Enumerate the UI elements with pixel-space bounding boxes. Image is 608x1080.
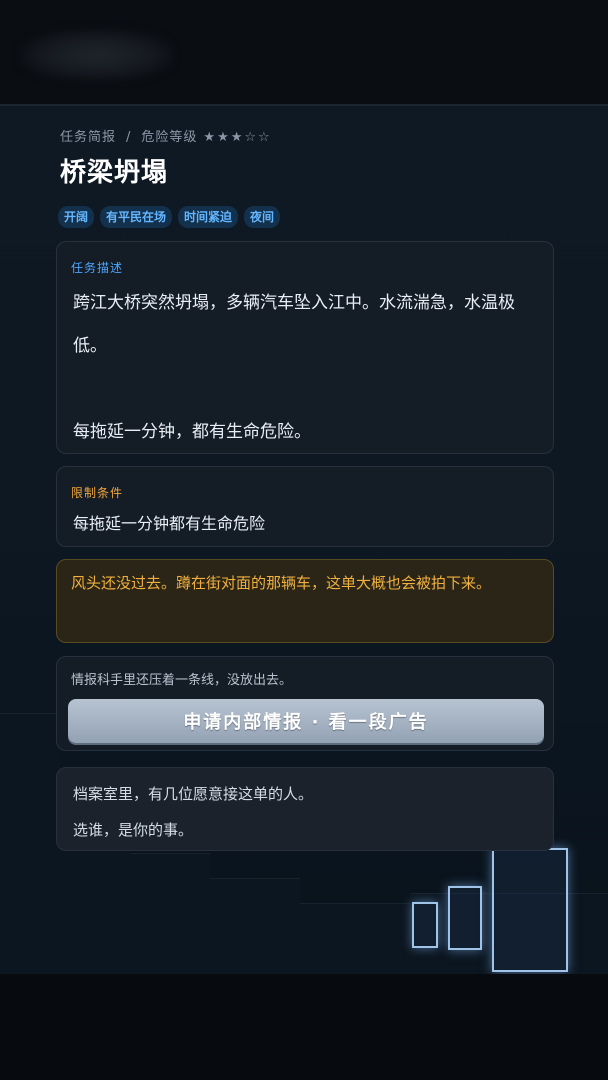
tag-civilians-present: 有平民在场 (100, 206, 173, 228)
danger-stars: ★★★☆☆ (203, 130, 272, 145)
constraints-label: 限制条件 (71, 486, 124, 500)
description-label: 任务描述 (71, 261, 124, 275)
archive-line-1: 档案室里，有几位愿意接这单的人。 (73, 785, 314, 803)
breadcrumb: 任务简报 / 危险等级 ★★★☆☆ (60, 126, 272, 145)
glowing-frame-decoration (412, 902, 438, 948)
danger-level-label: 危险等级 (141, 130, 198, 145)
description-line-2: 每拖延一分钟，都有生命危险。 (73, 422, 311, 442)
intel-card: 情报科手里还压着一条线，没放出去。 申请内部情报 · 看一段广告 (56, 656, 554, 751)
background-building (130, 853, 210, 974)
constraints-card: 限制条件 每拖延一分钟都有生命危险 (56, 466, 554, 547)
request-intel-ad-button[interactable]: 申请内部情报 · 看一段广告 (68, 699, 544, 743)
description-text: 跨江大桥突然坍塌，多辆汽车坠入江中。水流湍急，水温极低。 每拖延一分钟，都有生命… (73, 282, 539, 454)
warning-text: 风头还没过去。蹲在街对面的那辆车，这单大概也会被拍下来。 (71, 574, 492, 592)
tag-open-area: 开阔 (58, 206, 95, 228)
archive-line-2: 选谁，是你的事。 (73, 821, 194, 839)
blurred-status-area (22, 30, 172, 80)
tag-night: 夜间 (244, 206, 281, 228)
breadcrumb-section: 任务简报 (60, 130, 117, 145)
top-bar (0, 0, 608, 106)
background-building (300, 903, 410, 974)
bottom-bar (0, 974, 608, 1080)
mission-tags: 开阔 有平民在场 时间紧迫 夜间 (58, 206, 281, 228)
breadcrumb-separator: / (126, 130, 132, 145)
mission-title: 桥梁坍塌 (60, 158, 169, 188)
background-building (0, 713, 60, 974)
archive-card: 档案室里，有几位愿意接这单的人。 选谁，是你的事。 (56, 767, 554, 851)
description-line-1: 跨江大桥突然坍塌，多辆汽车坠入江中。水流湍急，水温极低。 (73, 293, 515, 356)
glowing-frame-decoration (492, 848, 568, 972)
archive-text: 档案室里，有几位愿意接这单的人。 选谁，是你的事。 (73, 776, 313, 848)
warning-card: 风头还没过去。蹲在街对面的那辆车，这单大概也会被拍下来。 (56, 559, 554, 643)
tag-time-critical: 时间紧迫 (178, 206, 239, 228)
constraints-text: 每拖延一分钟都有生命危险 (73, 514, 266, 533)
glowing-frame-decoration (448, 886, 482, 950)
mission-description-card: 任务描述 跨江大桥突然坍塌，多辆汽车坠入江中。水流湍急，水温极低。 每拖延一分钟… (56, 241, 554, 454)
intel-text: 情报科手里还压着一条线，没放出去。 (71, 673, 293, 688)
background-building (210, 878, 300, 974)
